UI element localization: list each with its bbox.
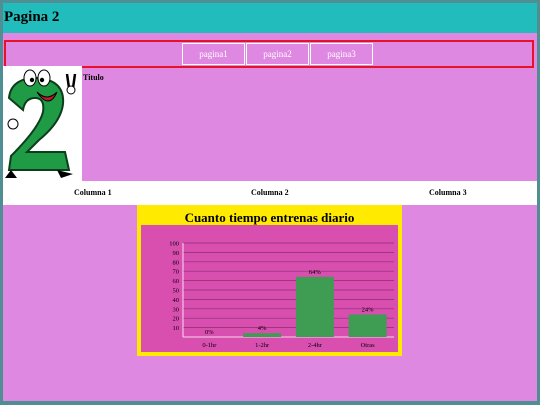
x-tick-label: 1-2hr: [255, 342, 270, 349]
y-tick-label: 60: [173, 278, 180, 285]
y-tick-label: 30: [173, 306, 180, 313]
column-1-heading: Columna 1: [74, 188, 112, 197]
data-label: 24%: [362, 306, 375, 313]
x-tick-label: 2-4hr: [308, 342, 323, 349]
nav-link-pagina2[interactable]: pagina2: [246, 43, 309, 65]
y-tick-label: 40: [173, 297, 180, 304]
y-tick-label: 80: [173, 259, 180, 266]
chart-title: Cuanto tiempo entrenas diario: [184, 210, 355, 225]
y-tick-label: 70: [173, 269, 180, 276]
page-title: Pagina 2: [4, 9, 60, 25]
y-tick-label: 90: [173, 250, 180, 257]
nav-link-pagina3[interactable]: pagina3: [310, 43, 373, 65]
y-tick-label: 100: [169, 241, 179, 248]
y-tick-label: 10: [173, 325, 180, 332]
nav-bar: pagina1 pagina2 pagina3: [4, 40, 534, 68]
columns-row: Columna 1 Columna 2 Columna 3: [3, 181, 537, 205]
nav-link-pagina1[interactable]: pagina1: [182, 43, 245, 65]
data-label: 0%: [205, 329, 214, 336]
chart-frame: Cuanto tiempo entrenas diario 10 20 30 40 50…: [137, 205, 402, 356]
bar-2-4hr: [295, 276, 334, 337]
column-3-heading: Columna 3: [429, 188, 467, 197]
bar-chart: 10 20 30 40 50 60 70 80 90 100 0% 0-1hr 4% 1-2hr 64% 2-…: [169, 241, 394, 349]
y-tick-label: 50: [173, 288, 180, 295]
number-two-mascot-image: [3, 66, 82, 181]
data-label: 64%: [309, 269, 322, 276]
data-label: 4%: [258, 325, 267, 332]
page-header: Pagina 2: [3, 3, 537, 33]
page-frame: Pagina 2 pagina1 pagina2 pagina3 Titulo: [3, 3, 537, 401]
x-tick-label: Otras: [361, 342, 376, 349]
x-tick-label: 0-1hr: [202, 342, 217, 349]
y-tick-label: 20: [173, 316, 180, 323]
chart-area: 10 20 30 40 50 60 70 80 90 100 0% 0-1hr 4% 1-2hr 64% 2-…: [141, 225, 398, 352]
hero-title: Titulo: [83, 73, 104, 82]
bar-1-2hr: [243, 333, 282, 337]
column-2-heading: Columna 2: [251, 188, 289, 197]
bar-Otras: [348, 314, 387, 337]
